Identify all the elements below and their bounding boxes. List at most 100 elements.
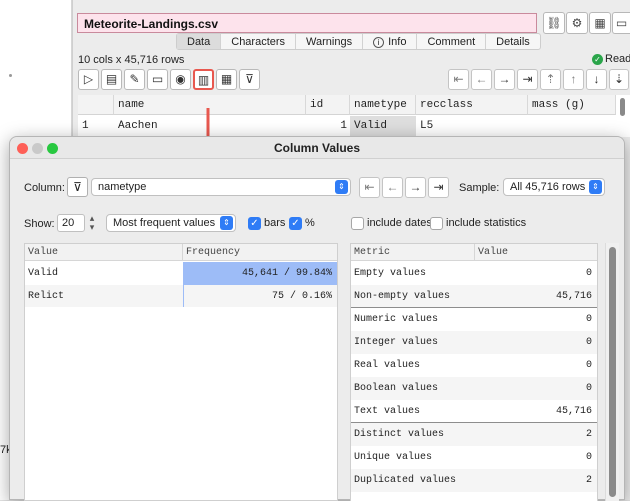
frequency-cell: 45,641 / 99.84% — [242, 262, 332, 285]
chevron-updown-icon: ⇕ — [335, 180, 348, 194]
table-row[interactable]: Duplicated values2 — [351, 469, 597, 492]
filter-icon[interactable]: ⊽ — [239, 69, 260, 90]
include-statistics-checkbox[interactable] — [430, 217, 443, 230]
tab-comment[interactable]: Comment — [417, 34, 486, 49]
grid-cell-id[interactable]: 1 — [306, 116, 350, 137]
column-values-dialog: Column Values Column: ⊽ nametype ⇕ ⇤ ← →… — [9, 136, 625, 500]
table-row[interactable]: Valid 45,641 / 99.84% — [25, 262, 337, 285]
metrics-header-value[interactable]: Value — [475, 244, 597, 261]
up-icon[interactable]: ↑ — [563, 69, 584, 90]
window-icon[interactable]: ▭ — [612, 12, 630, 34]
metric-cell: Numeric values — [354, 308, 438, 331]
prev-icon[interactable]: ← — [471, 69, 492, 90]
metric-value-cell: 2 — [586, 423, 592, 446]
table-row[interactable]: Numeric values 0 — [351, 308, 597, 331]
dot-marker — [9, 74, 12, 77]
grid-cell-mass[interactable] — [528, 116, 616, 137]
bottom-icon[interactable]: ⇣ — [609, 69, 629, 90]
ready-check-icon: ✓ — [592, 54, 603, 65]
grid-scrollbar[interactable] — [620, 98, 625, 116]
row-number-header — [78, 95, 114, 115]
include-dates-checkbox[interactable] — [351, 217, 364, 230]
eye-icon[interactable]: ◉ — [170, 69, 191, 90]
folder-icon[interactable]: ▭ — [147, 69, 168, 90]
prev-column-icon[interactable]: ← — [382, 177, 403, 198]
percent-checkbox[interactable]: ✓ — [289, 217, 302, 230]
table-row[interactable]: Distinct values2 — [351, 423, 597, 446]
settings-icon[interactable]: ⚙ — [566, 12, 588, 34]
minimize-icon[interactable] — [32, 143, 43, 154]
table-row[interactable]: Unique values0 — [351, 446, 597, 469]
metric-cell: Unique values — [354, 446, 432, 469]
grid-header-id[interactable]: id — [306, 95, 350, 115]
file-name-field[interactable]: Meteorite-Landings.csv — [77, 13, 537, 33]
close-icon[interactable] — [17, 143, 28, 154]
sample-select[interactable]: All 45,716 rows ⇕ — [503, 178, 605, 196]
include-dates-label: include dates — [367, 217, 432, 229]
values-header-value[interactable]: Value — [25, 244, 183, 261]
stepper-icon[interactable]: ▴▾ — [87, 214, 97, 232]
metrics-scrollbar-track[interactable] — [605, 243, 619, 501]
table-icon[interactable]: ▦ — [589, 12, 611, 34]
first-icon[interactable]: ⇤ — [448, 69, 469, 90]
metric-cell: Boolean values — [354, 377, 438, 400]
zoom-icon[interactable] — [47, 143, 58, 154]
top-icon[interactable]: ⇡ — [540, 69, 561, 90]
metric-value-cell: 45,716 — [556, 400, 592, 423]
metrics-header-metric[interactable]: Metric — [351, 244, 475, 261]
metric-cell: Empty values — [354, 262, 426, 285]
run-icon[interactable]: ▷ — [78, 69, 99, 90]
column-select[interactable]: nametype ⇕ — [91, 178, 351, 196]
metric-cell: Real values — [354, 354, 420, 377]
tab-data[interactable]: Data — [177, 34, 221, 49]
column-select-value: nametype — [98, 181, 146, 193]
next-column-icon[interactable]: → — [405, 177, 426, 198]
last-icon[interactable]: ⇥ — [517, 69, 538, 90]
grid-header-recclass[interactable]: recclass — [416, 95, 528, 115]
bars-checkbox[interactable]: ✓ — [248, 217, 261, 230]
metric-value-cell: 2 — [586, 469, 592, 492]
show-count-field[interactable]: 20 — [57, 214, 85, 232]
last-column-icon[interactable]: ⇥ — [428, 177, 449, 198]
metric-value-cell: 0 — [586, 262, 592, 285]
next-icon[interactable]: → — [494, 69, 515, 90]
tab-details[interactable]: Details — [486, 34, 540, 49]
grid-header-mass[interactable]: mass (g) — [528, 95, 616, 115]
down-icon[interactable]: ↓ — [586, 69, 607, 90]
first-column-icon[interactable]: ⇤ — [359, 177, 380, 198]
tab-characters[interactable]: Characters — [221, 34, 296, 49]
clipboard-icon[interactable]: ▤ — [101, 69, 122, 90]
values-header-frequency[interactable]: Frequency — [183, 244, 337, 261]
table-row[interactable]: Real values0 — [351, 354, 597, 377]
include-statistics-label: include statistics — [446, 217, 526, 229]
show-label: Show: — [24, 218, 55, 230]
metric-value-cell: 45,716 — [556, 285, 592, 308]
grid-icon[interactable]: ▦ — [216, 69, 237, 90]
table-row[interactable]: Text values45,716 — [351, 400, 597, 423]
mode-select[interactable]: Most frequent values ⇕ — [106, 214, 236, 232]
table-row[interactable]: Non-empty values45,716 — [351, 285, 597, 308]
column-values-icon[interactable]: ▥ — [193, 69, 214, 90]
metric-cell: Integer values — [354, 331, 438, 354]
table-row[interactable]: Integer values0 — [351, 331, 597, 354]
column-filter-icon[interactable]: ⊽ — [67, 177, 88, 197]
tab-warnings[interactable]: Warnings — [296, 34, 363, 49]
rows-info: 10 cols x 45,716 rows — [78, 54, 184, 66]
chevron-updown-icon: ⇕ — [589, 180, 602, 194]
metric-value-cell: 0 — [586, 377, 592, 400]
value-cell: Valid — [28, 262, 58, 285]
sample-label: Sample: — [459, 182, 499, 194]
link-icon[interactable]: ⛓ — [543, 12, 565, 34]
table-row[interactable]: Empty values 0 — [351, 262, 597, 285]
edit-icon[interactable]: ✎ — [124, 69, 145, 90]
grid-cell-recclass[interactable]: L5 — [416, 116, 528, 137]
table-row[interactable]: Relict 75 / 0.16% — [25, 285, 337, 308]
frequency-cell: 75 / 0.16% — [272, 285, 332, 308]
grid-cell-nametype[interactable]: Valid — [350, 116, 416, 137]
table-row[interactable]: Boolean values 0 — [351, 377, 597, 400]
mode-select-value: Most frequent values — [113, 217, 215, 229]
tab-info[interactable]: iInfo — [363, 34, 417, 49]
metric-value-cell: 0 — [586, 308, 592, 331]
metrics-scrollbar[interactable] — [609, 247, 616, 497]
grid-header-nametype[interactable]: nametype — [350, 95, 416, 115]
